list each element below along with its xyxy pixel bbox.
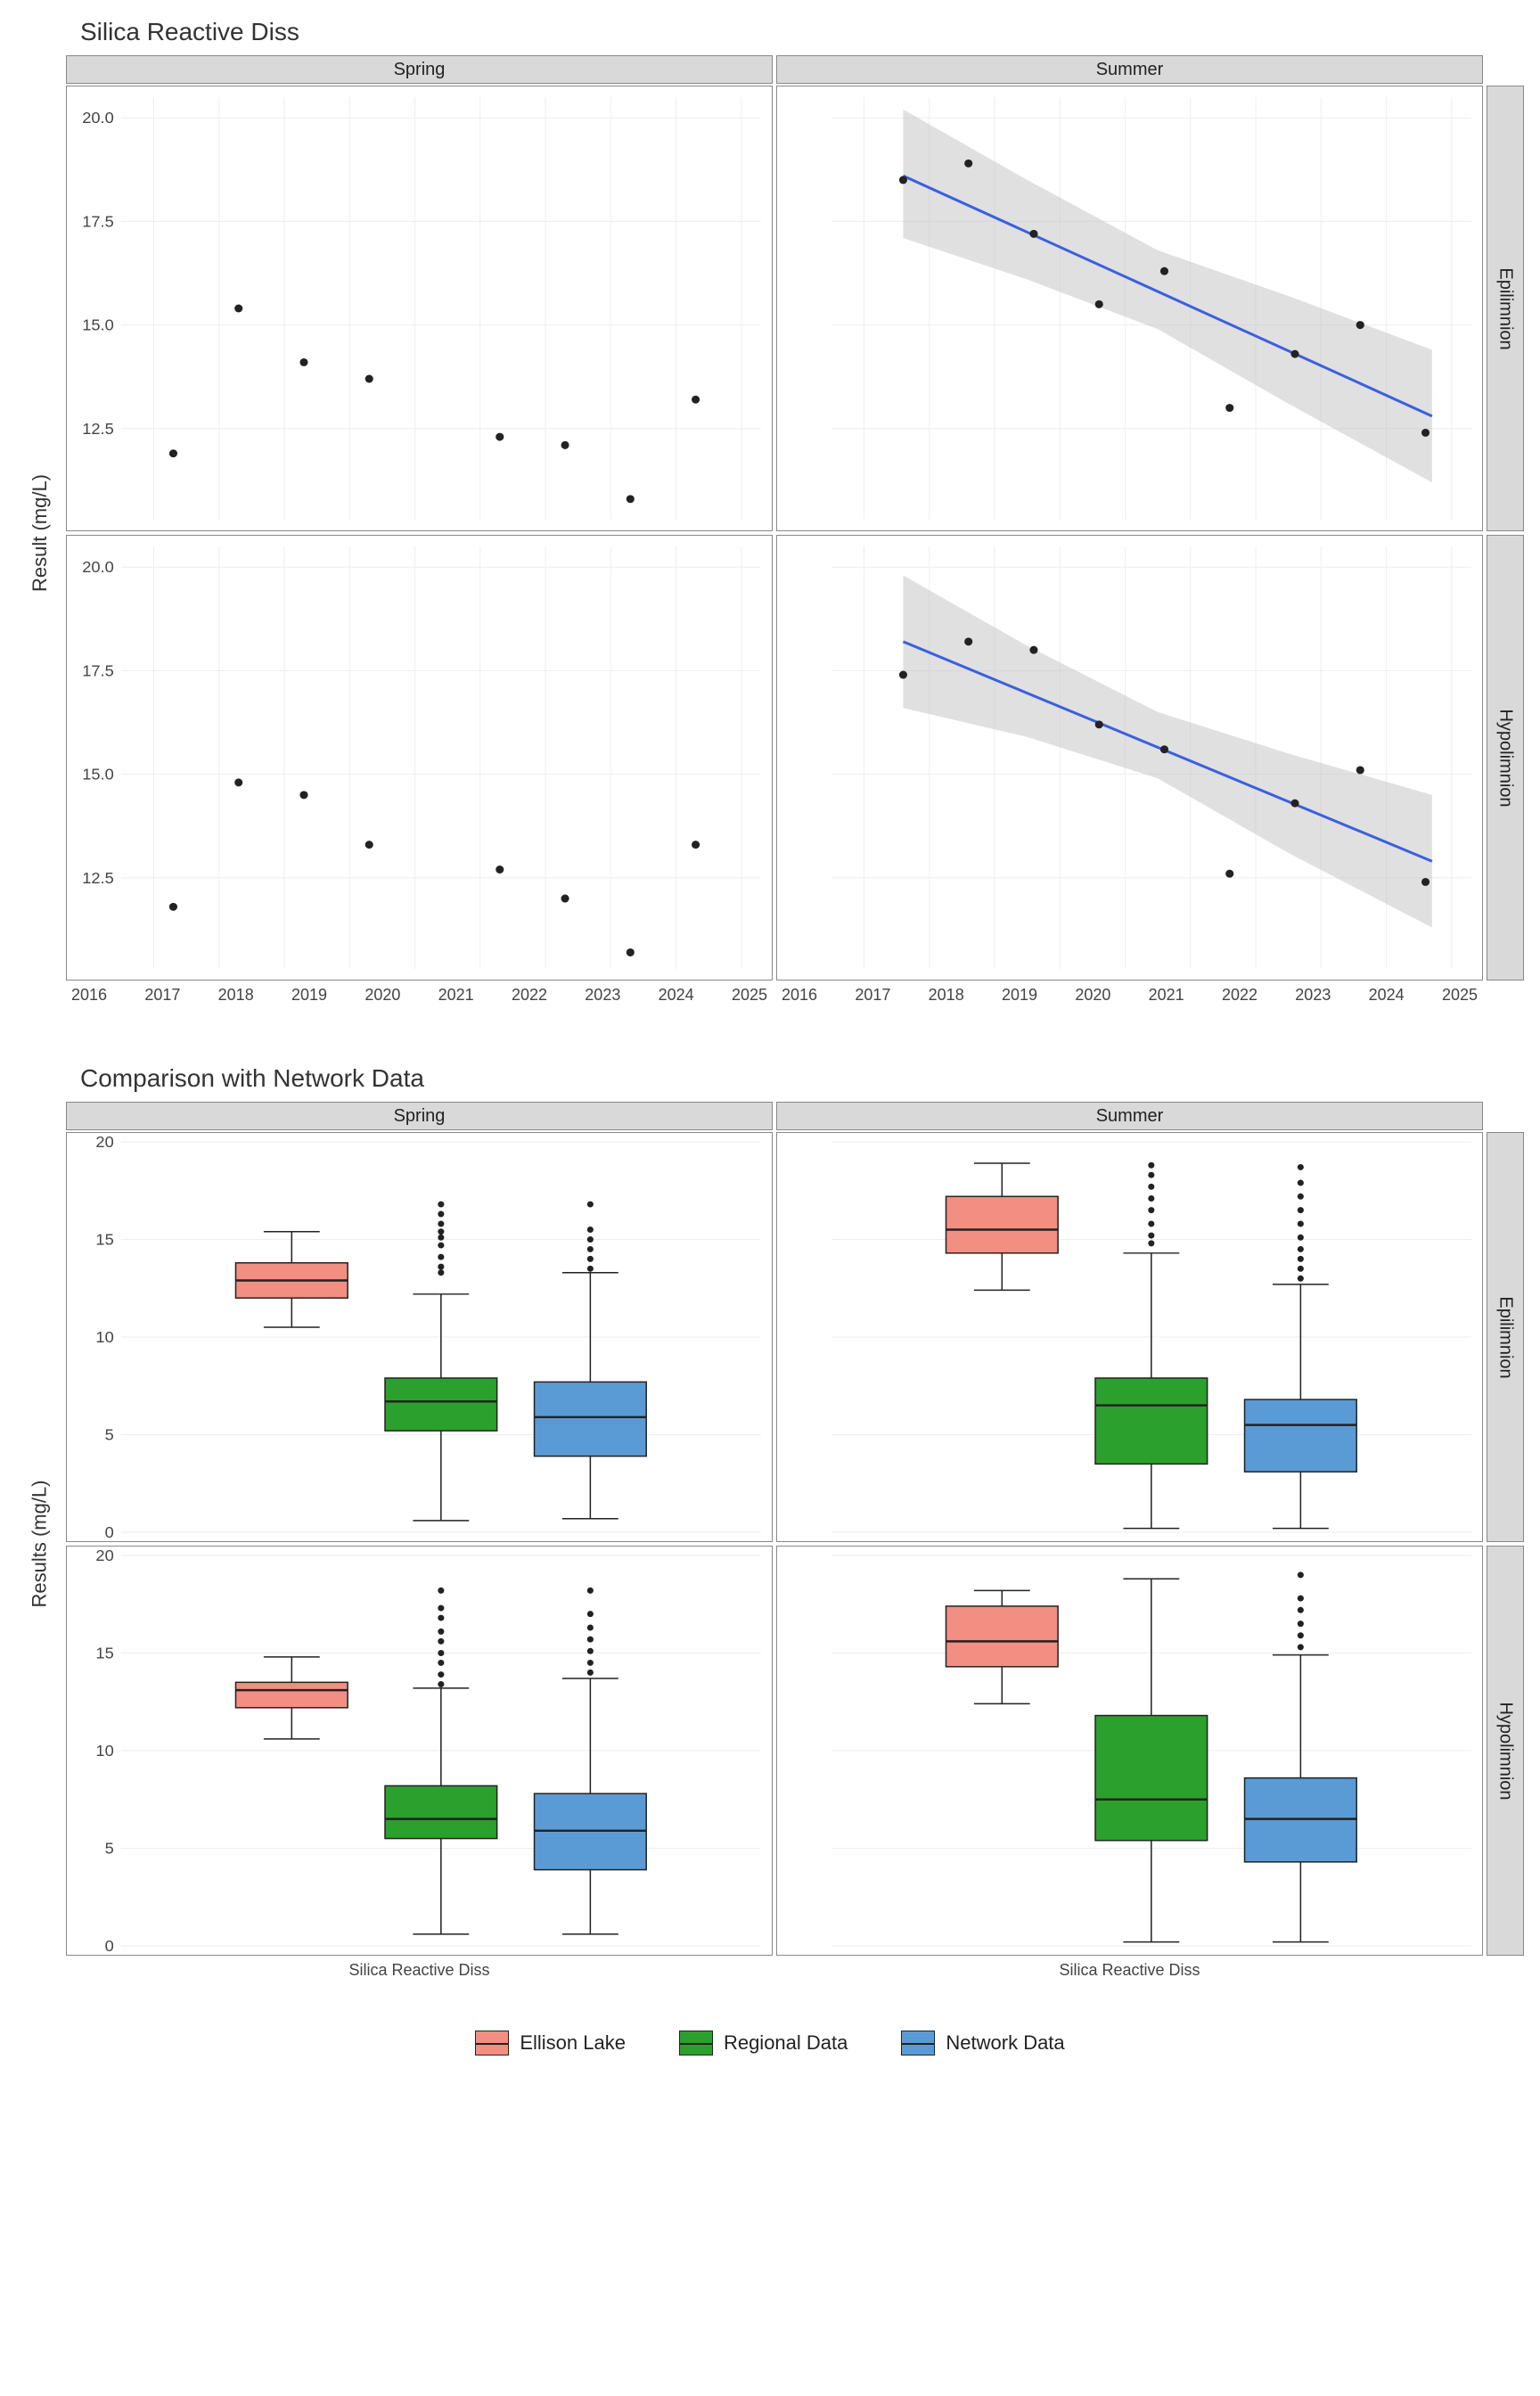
legend: Ellison Lake Regional Data Network Data [18, 2031, 1522, 2055]
svg-text:0: 0 [105, 1523, 114, 1541]
panel-summer-epilimnion [776, 86, 1483, 531]
row-strip-epilimnion: Epilimnion [1487, 1132, 1524, 1542]
svg-text:10: 10 [95, 1742, 113, 1760]
x-ticks: 2016201720182019202020212022202320242025 [776, 984, 1483, 1011]
svg-text:20: 20 [95, 1547, 113, 1564]
row-strip-epilimnion: Epilimnion [1487, 86, 1524, 531]
svg-text:5: 5 [105, 1840, 114, 1858]
svg-text:10: 10 [95, 1328, 113, 1346]
legend-item: Ellison Lake [475, 2031, 626, 2055]
svg-text:17.5: 17.5 [82, 662, 114, 680]
legend-swatch [901, 2031, 935, 2055]
svg-text:0: 0 [105, 1937, 114, 1955]
svg-text:15.0: 15.0 [82, 766, 114, 784]
col-strip-spring: Spring [66, 1102, 773, 1130]
row-strip-hypolimnion: Hypolimnion [1487, 1546, 1524, 1956]
figure-silica-trend: Silica Reactive Diss Result (mg/L) Sprin… [18, 18, 1522, 1011]
x-category: Silica Reactive Diss [66, 1959, 773, 1986]
svg-text:15.0: 15.0 [82, 316, 114, 334]
box-panel-spring-epilimnion: 0 5 10 15 20 [66, 1132, 773, 1542]
svg-text:20.0: 20.0 [82, 109, 114, 127]
legend-swatch [679, 2031, 713, 2055]
svg-text:15: 15 [95, 1645, 113, 1662]
svg-text:5: 5 [105, 1426, 114, 1444]
svg-text:17.5: 17.5 [82, 213, 114, 231]
fig1-title: Silica Reactive Diss [80, 18, 1522, 46]
fig1-ylabel: Result (mg/L) [18, 86, 62, 981]
box-panel-summer-epilimnion [776, 1132, 1483, 1542]
svg-text:20.0: 20.0 [82, 558, 114, 576]
x-ticks: 2016201720182019202020212022202320242025 [66, 984, 773, 1011]
row-strip-hypolimnion: Hypolimnion [1487, 535, 1524, 981]
box-panel-summer-hypolimnion [776, 1546, 1483, 1956]
panel-spring-epilimnion: 12.5 15.0 17.5 20.0 [66, 86, 773, 531]
panel-summer-hypolimnion [776, 535, 1483, 981]
fig2-title: Comparison with Network Data [80, 1064, 1522, 1093]
panel-spring-hypolimnion: 12.5 15.0 17.5 20.0 [66, 535, 773, 981]
legend-item: Network Data [901, 2031, 1064, 2055]
col-strip-summer: Summer [776, 1102, 1483, 1130]
col-strip-spring: Spring [66, 55, 773, 84]
legend-swatch [475, 2031, 509, 2055]
fig2-ylabel: Results (mg/L) [18, 1132, 62, 1956]
legend-item: Regional Data [679, 2031, 848, 2055]
col-strip-summer: Summer [776, 55, 1483, 84]
svg-text:15: 15 [95, 1231, 113, 1249]
box-panel-spring-hypolimnion: 0 5 10 15 20 [66, 1546, 773, 1956]
svg-text:12.5: 12.5 [82, 869, 114, 887]
svg-text:12.5: 12.5 [82, 420, 114, 438]
x-category: Silica Reactive Diss [776, 1959, 1483, 1986]
figure-network-comparison: Comparison with Network Data Results (mg… [18, 1064, 1522, 2055]
svg-text:20: 20 [95, 1133, 113, 1151]
